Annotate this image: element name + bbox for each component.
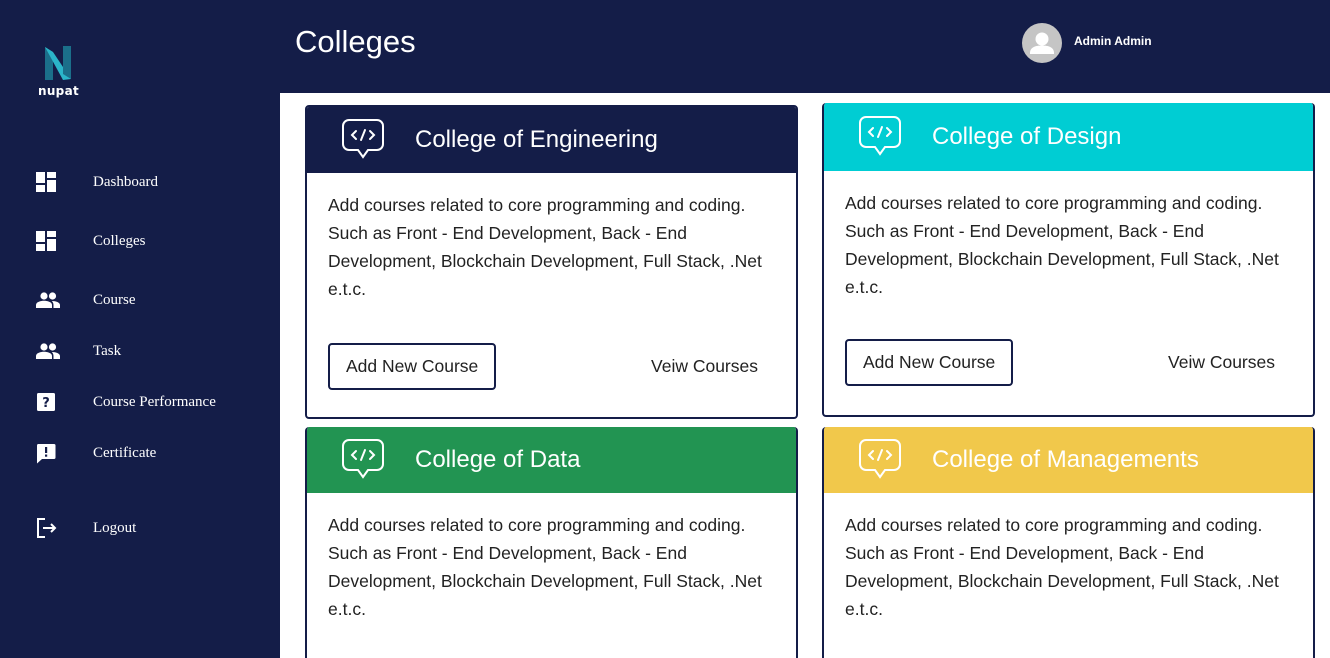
card-actions: Add New Course Veiw Courses	[328, 343, 776, 390]
card-header: College of Managements	[824, 427, 1313, 493]
sidebar-item-certificate[interactable]: Certificate	[36, 441, 156, 465]
card-description: Add courses related to core programming …	[845, 515, 1279, 619]
add-new-course-button[interactable]: Add New Course	[845, 339, 1014, 386]
sidebar-item-label: Course Performance	[93, 393, 216, 410]
sidebar-item-label: Task	[93, 342, 122, 359]
brand-name: nupat	[38, 84, 80, 98]
dashboard-icon	[36, 229, 62, 253]
college-card-engineering: College of Engineering Add courses relat…	[305, 105, 798, 419]
sidebar-item-colleges[interactable]: Colleges	[36, 229, 146, 253]
add-new-course-button[interactable]: Add New Course	[328, 343, 497, 390]
card-title: College of Data	[415, 446, 581, 473]
card-description: Add courses related to core programming …	[328, 515, 762, 619]
card-title: College of Engineering	[415, 126, 658, 153]
dashboard-icon	[36, 170, 62, 194]
card-actions: Add New Course Veiw Courses	[845, 339, 1293, 386]
college-card-design: College of Design Add courses related to…	[822, 103, 1315, 417]
college-card-managements: College of Managements Add courses relat…	[822, 427, 1315, 658]
svg-text:?: ?	[42, 396, 50, 411]
card-description: Add courses related to core programming …	[845, 193, 1279, 297]
nupat-logo[interactable]: nupat	[38, 44, 82, 98]
card-description: Add courses related to core programming …	[328, 195, 762, 299]
sidebar-item-label: Logout	[93, 519, 137, 536]
sidebar-item-logout[interactable]: Logout	[36, 516, 136, 540]
view-courses-button[interactable]: Veiw Courses	[1168, 352, 1275, 373]
college-card-data: College of Data Add courses related to c…	[305, 427, 798, 658]
people-icon	[36, 339, 62, 363]
page-title: Colleges	[295, 24, 416, 59]
card-header: College of Data	[307, 427, 796, 493]
sidebar-item-course-performance[interactable]: ? Course Performance	[36, 390, 216, 414]
help-box-icon: ?	[36, 390, 62, 414]
user-name[interactable]: Admin Admin	[1074, 34, 1152, 48]
user-avatar-icon[interactable]	[1022, 23, 1062, 63]
card-title: College of Managements	[932, 446, 1199, 473]
code-chat-icon	[342, 119, 384, 159]
code-chat-icon	[342, 439, 384, 479]
card-header: College of Engineering	[307, 107, 796, 173]
top-header: Colleges Admin Admin	[280, 0, 1330, 93]
logout-icon	[36, 516, 62, 540]
card-header: College of Design	[824, 103, 1313, 171]
sidebar-item-label: Course	[93, 291, 136, 308]
sidebar-item-label: Dashboard	[93, 173, 158, 190]
nupat-logo-icon	[45, 46, 71, 80]
card-title: College of Design	[932, 123, 1122, 150]
sidebar-item-label: Certificate	[93, 444, 157, 461]
code-chat-icon	[859, 116, 901, 156]
feedback-icon	[36, 441, 62, 465]
code-chat-icon	[859, 439, 901, 479]
sidebar-item-task[interactable]: Task	[36, 339, 121, 363]
people-icon	[36, 288, 62, 312]
sidebar-item-dashboard[interactable]: Dashboard	[36, 170, 158, 194]
sidebar: nupat Dashboard Colleges Course Task ? C…	[0, 0, 280, 658]
view-courses-button[interactable]: Veiw Courses	[651, 356, 758, 377]
sidebar-item-course[interactable]: Course	[36, 288, 136, 312]
sidebar-item-label: Colleges	[93, 232, 146, 249]
